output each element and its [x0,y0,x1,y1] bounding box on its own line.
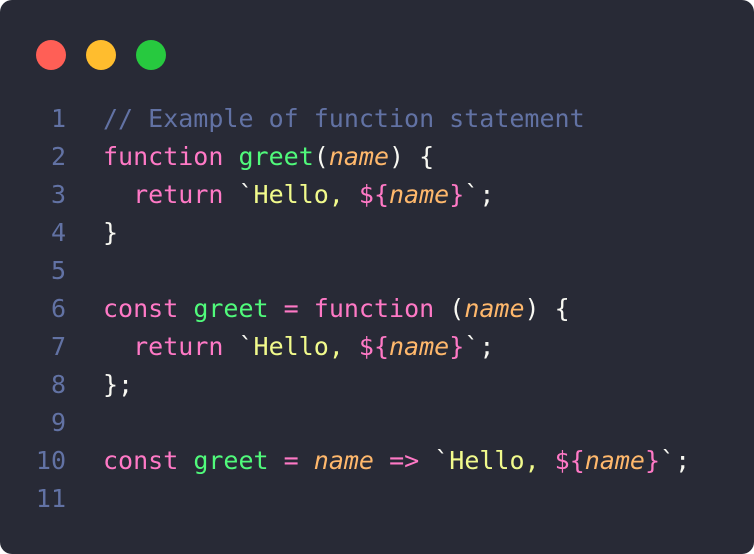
code-text: const greet = name => `Hello, ${name}`; [66,442,690,480]
code-token-param: name [464,294,525,323]
code-token-function: greet [238,142,314,171]
code-token-function: greet [193,294,269,323]
code-line: 4} [0,214,754,252]
maximize-dot-icon[interactable] [136,40,166,70]
code-token-plain: ( [313,142,329,171]
line-number: 2 [50,142,66,171]
line-number: 1 [50,104,66,133]
code-line: 2 function greet(name) { [0,138,754,176]
line-number: 10 [35,446,66,475]
code-line: 8}; [0,366,754,404]
line-number: 11 [35,484,66,513]
code-line: 1 // Example of function statement [0,100,754,138]
code-token-plain: }; [103,370,134,399]
code-token-keyword: ${ [554,446,585,475]
line-number: 4 [50,218,66,247]
code-token-plain: `; [464,332,495,361]
code-token-param: name [584,446,645,475]
code-token-plain: ) { [389,142,435,171]
code-token-keyword: ${ [358,332,389,361]
code-token-keyword: } [449,332,465,361]
line-number: 8 [50,370,66,399]
line-number: 7 [50,332,66,361]
code-token-keyword: } [449,180,465,209]
code-token-keyword: => [389,446,420,475]
code-text: function greet(name) { [66,138,434,176]
code-token-keyword: function [103,142,224,171]
code-line: 9 [0,404,754,442]
code-token-keyword: const [103,294,179,323]
code-token-plain: `; [660,446,691,475]
code-token-string: Hello, [449,446,555,475]
code-line: 5 [0,252,754,290]
code-token-string: Hello, [253,332,359,361]
code-token-plain: ` [223,180,254,209]
line-number: 3 [50,180,66,209]
window-controls [36,40,166,70]
code-token-param: name [389,180,450,209]
code-token-plain: ` [223,332,254,361]
line-number: 6 [50,294,66,323]
code-text: } [66,214,118,252]
code-token-keyword: = [283,294,299,323]
code-token-param: name [313,446,374,475]
code-token-plain: ( [434,294,465,323]
code-token-keyword: const [103,446,179,475]
code-window: 1// Example of function statement 2 functi… [0,0,754,554]
code-token-plain: } [103,218,119,247]
code-text: const greet = function (name) { [66,290,570,328]
minimize-dot-icon[interactable] [86,40,116,70]
code-token-keyword: } [644,446,661,475]
code-token-comment: // Example of function statement [103,104,585,133]
code-token-param: name [389,332,450,361]
code-text: // Example of function statement [66,100,585,138]
code-text: }; [66,366,133,404]
close-dot-icon[interactable] [36,40,66,70]
code-line: 11 [0,480,754,518]
code-token-keyword: function [313,294,435,323]
code-token-keyword: return [133,332,224,361]
code-token-keyword: = [283,446,299,475]
code-line: 6 const greet = function (name) { [0,290,754,328]
code-token-plain: ) { [524,294,570,323]
code-token-plain: `; [464,180,495,209]
code-token-plain: ` [419,446,450,475]
code-line: 3 return `Hello, ${name}`; [0,176,754,214]
code-token-keyword: ${ [358,180,389,209]
line-number: 5 [50,256,66,285]
code-line: 7 return `Hello, ${name}`; [0,328,754,366]
line-number: 9 [50,408,66,437]
code-token-keyword: return [133,180,224,209]
code-token-function: greet [193,446,269,475]
code-token-param: name [328,142,390,171]
code-token-string: Hello, [253,180,359,209]
code-text: return `Hello, ${name}`; [66,176,494,214]
code-line: 10 const greet = name => `Hello, ${name}`… [0,442,754,480]
code-text: return `Hello, ${name}`; [66,328,494,366]
code-block: 1// Example of function statement 2 functi… [0,100,754,518]
